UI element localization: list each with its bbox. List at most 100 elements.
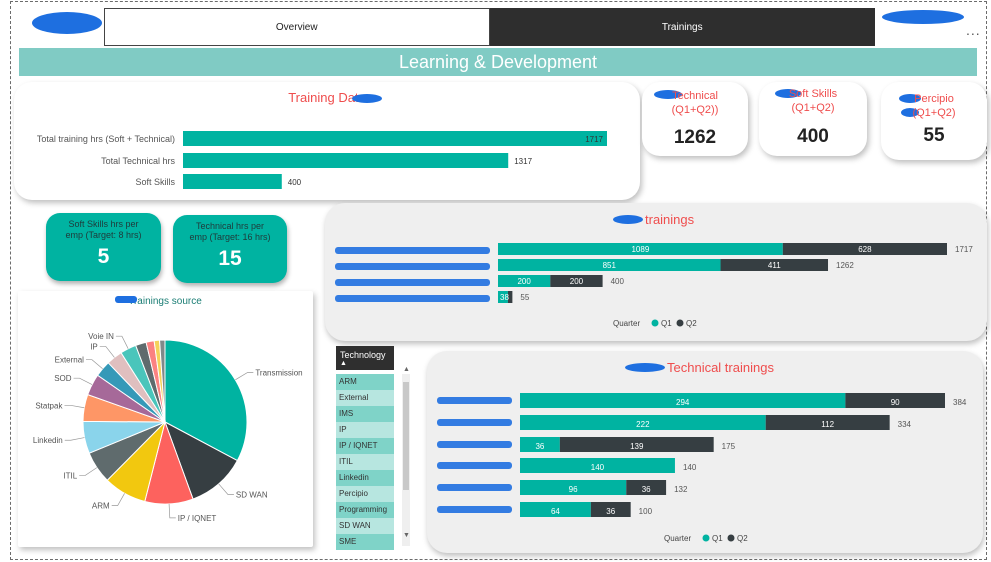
slicer-header[interactable]: Technology ▲	[336, 346, 394, 370]
pie-slice-label: Transmission	[255, 369, 302, 378]
data-label-q2: 36	[642, 485, 651, 494]
trainings-source-card: Trainings source Transmission SD WAN IP / I…	[18, 291, 313, 547]
slicer-item[interactable]: ITIL	[336, 454, 394, 470]
pie-leader-line	[115, 335, 129, 349]
data-label-total: 132	[674, 485, 688, 494]
kpi-technical-card: Technical (Q1+Q2)) 1262	[642, 82, 748, 156]
pie-slice-label: IP / IQNET	[178, 514, 217, 523]
bar-category-label: Total training hrs (Soft + Technical)	[37, 134, 175, 144]
soft-skills-per-emp-value: 5	[97, 245, 110, 268]
pie-slice-label: Voie IN	[88, 332, 114, 341]
data-label-total: 384	[953, 398, 967, 407]
kpi-soft-skills-card: Soft Skills (Q1+Q2) 400	[759, 82, 867, 156]
pie-slice-label: Statpak	[35, 401, 63, 410]
slicer-item[interactable]: ARM	[336, 374, 394, 390]
tab-overview[interactable]: Overview	[104, 8, 490, 46]
technical-per-emp-value: 15	[218, 247, 242, 270]
sort-up-icon[interactable]: ▲	[340, 360, 390, 368]
data-label-total: 100	[639, 507, 653, 516]
redacted-category-label	[437, 462, 512, 469]
slicer-item[interactable]: IMS	[336, 406, 394, 422]
pie-leader-line	[99, 346, 115, 358]
legend-marker-q1	[702, 534, 710, 542]
slicer-item[interactable]: External	[336, 390, 394, 406]
data-label-q1: 38	[500, 293, 509, 302]
slicer-item[interactable]: IP / IQNET	[336, 438, 394, 454]
trainings-card: trainings 1089 628 1717 851 411 1262 200 200 400…	[325, 203, 987, 341]
pie-leader-line	[168, 503, 176, 519]
slicer-scroll-thumb[interactable]	[403, 382, 409, 490]
redacted-category-label	[437, 506, 512, 513]
redaction-mark	[32, 12, 102, 34]
slicer-item[interactable]: Programming	[336, 502, 394, 518]
redacted-category-label	[437, 484, 512, 491]
scroll-up-icon[interactable]: ▲	[403, 366, 410, 373]
pie-slice-label: IP	[90, 342, 98, 351]
bar	[183, 153, 509, 168]
legend-marker-q2	[676, 319, 684, 327]
data-label-q1: 294	[676, 398, 690, 407]
pie-leader-line	[85, 359, 103, 370]
legend-title: Quarter	[664, 534, 691, 543]
redacted-category-label	[437, 419, 512, 426]
legend-marker-q2	[727, 534, 735, 542]
pie-leader-line	[218, 483, 234, 495]
more-options-icon[interactable]: ...	[966, 22, 981, 38]
tab-trainings[interactable]: Trainings	[489, 8, 875, 46]
data-label-q1: 64	[551, 507, 560, 516]
pie-slice-label: SOD	[54, 374, 72, 383]
technology-slicer: Technology ▲ ARM External IMS IP IP / IQNET I…	[336, 346, 412, 552]
data-label: 1317	[514, 157, 532, 166]
bar-category-label: Soft Skills	[135, 177, 175, 187]
technical-per-emp-label: Technical hrs per emp (Target: 16 hrs)	[189, 221, 271, 242]
scroll-down-icon[interactable]: ▼	[403, 532, 410, 539]
kpi-percipio-value: 55	[923, 125, 945, 146]
technical-trainings-card: Technical trainings 294 90 384 222 112 334 36 1…	[427, 351, 983, 553]
data-label-q2: 628	[858, 245, 872, 254]
data-label: 400	[288, 178, 302, 187]
data-label: 1717	[585, 135, 603, 144]
kpi-percipio-card: Percipio (Q1+Q2) 55	[881, 82, 987, 160]
pie-title: Trainings source	[128, 296, 202, 307]
trainings-source-chart: Trainings source Transmission SD WAN IP / I…	[33, 296, 303, 523]
redacted-category-label	[335, 279, 490, 286]
slicer-item[interactable]: SME	[336, 534, 394, 550]
redacted-category-label	[335, 295, 490, 302]
data-label-q1: 36	[535, 442, 544, 451]
slicer-item[interactable]: IP	[336, 422, 394, 438]
data-label-total: 140	[683, 463, 697, 472]
bar	[183, 174, 282, 189]
data-label-total: 55	[520, 293, 529, 302]
data-label-q1: 200	[517, 277, 531, 286]
pie-leader-line	[73, 377, 93, 385]
slicer-scrollbar[interactable]	[402, 374, 410, 546]
kpi-technical-value: 1262	[673, 127, 717, 148]
bar	[183, 131, 607, 146]
data-label-total: 175	[722, 442, 736, 451]
pie-leader-line	[111, 493, 125, 506]
slicer-item[interactable]: Linkedin	[336, 470, 394, 486]
pie-leader-line	[235, 372, 254, 381]
legend-marker-q1	[651, 319, 659, 327]
training-data-chart: Total training hrs (Soft + Technical) 171…	[37, 131, 607, 189]
soft-skills-per-emp-card: Soft Skills hrs per emp (Target: 8 hrs) 5	[46, 213, 161, 281]
data-label-q2: 90	[891, 398, 900, 407]
slicer-item[interactable]: Percipio	[336, 486, 394, 502]
pie-leader-line	[64, 404, 85, 409]
slicer-list: ARM External IMS IP IP / IQNET ITIL Linkedin Pe…	[336, 374, 394, 550]
pie-leader-line	[79, 467, 98, 476]
kpi-technical-title: Technical (Q1+Q2))	[671, 90, 719, 116]
data-label-total: 400	[611, 277, 625, 286]
legend-label-q1: Q1	[712, 534, 723, 543]
bar-category-label: Total Technical hrs	[101, 156, 175, 166]
data-label-q2: 411	[768, 261, 781, 270]
data-label-q2: 200	[570, 277, 584, 286]
redaction-mark	[115, 296, 137, 303]
data-label-q1: 140	[591, 463, 605, 472]
legend-label-q2: Q2	[686, 319, 697, 328]
slicer-item[interactable]: SD WAN	[336, 518, 394, 534]
redacted-category-label	[437, 397, 512, 404]
data-label-total: 1262	[836, 261, 854, 270]
redacted-category-label	[335, 263, 490, 270]
slicer-header-label: Technology	[340, 350, 386, 360]
